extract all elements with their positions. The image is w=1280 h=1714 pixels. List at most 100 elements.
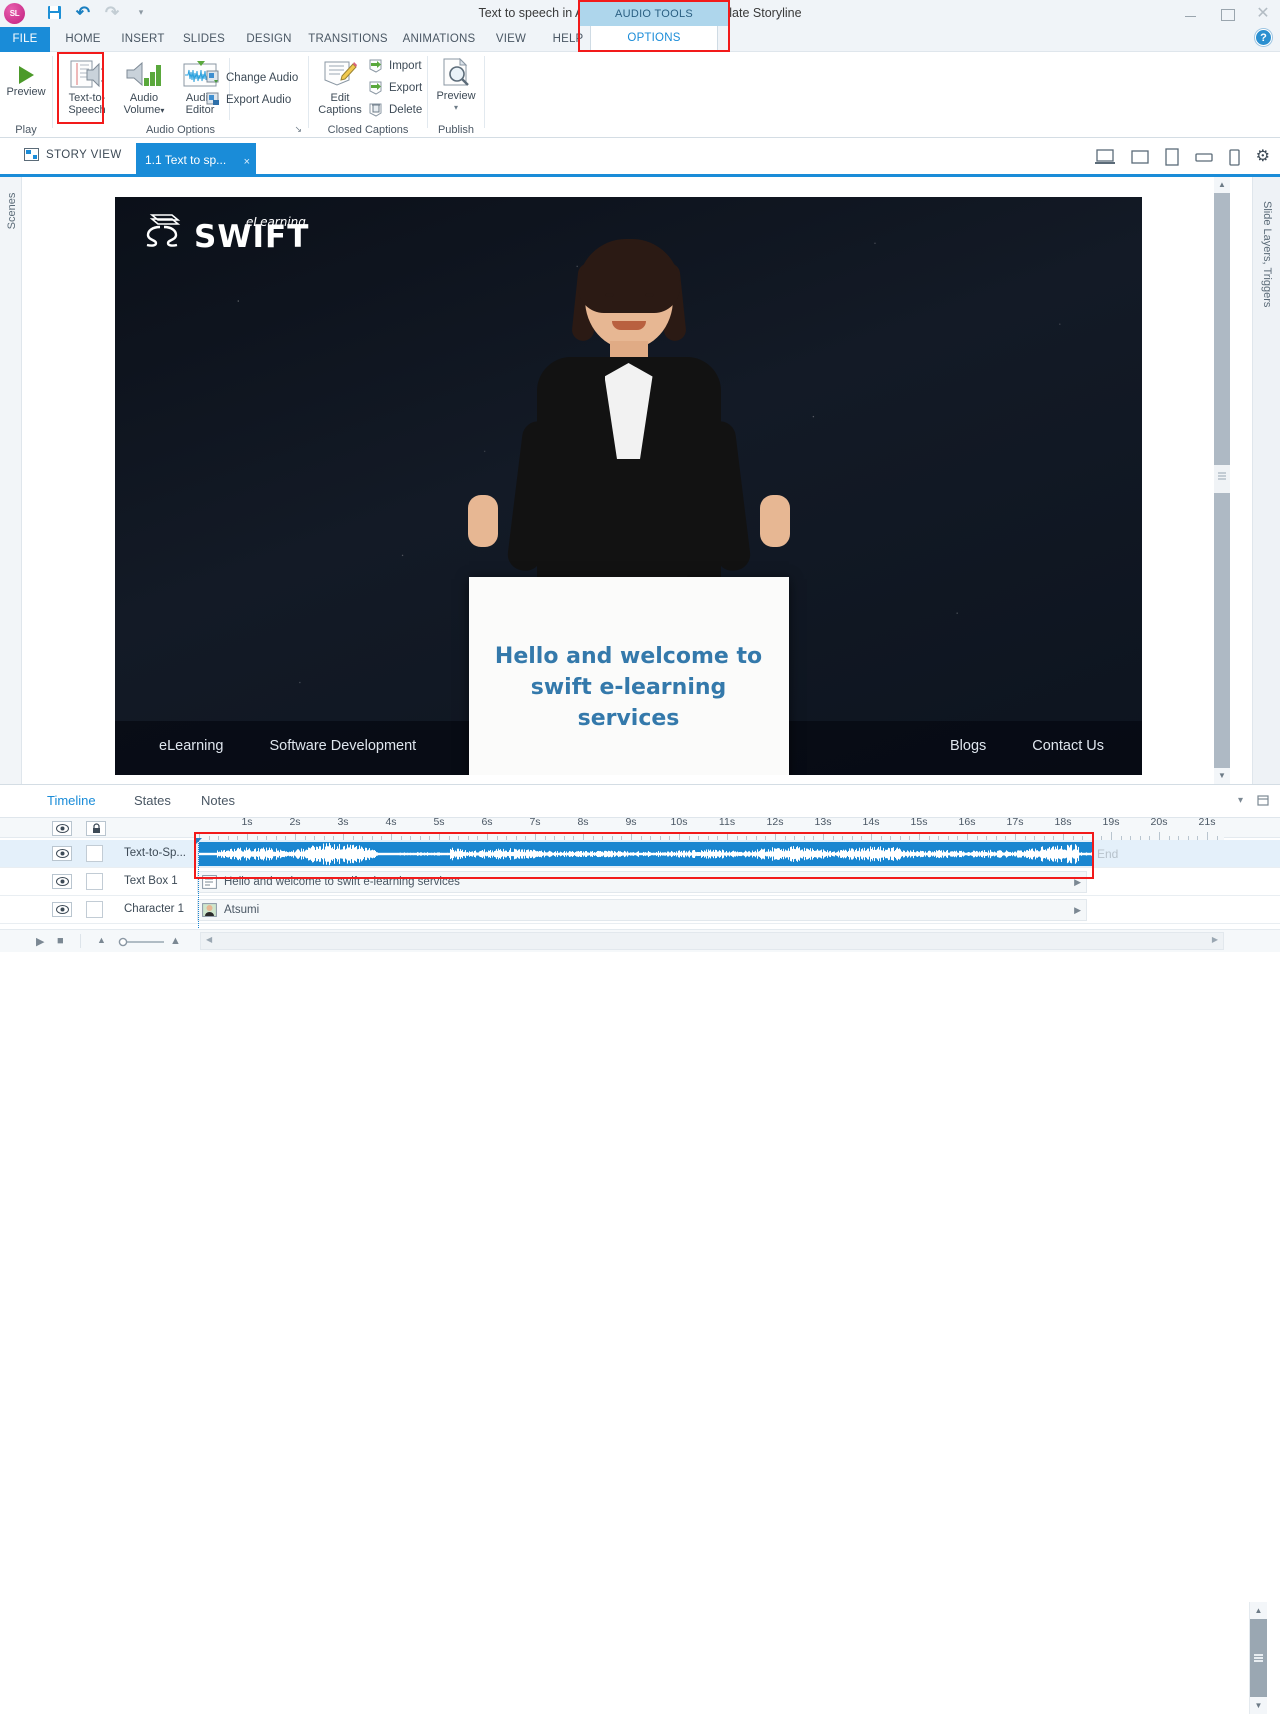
story-view-tab[interactable]: STORY VIEW xyxy=(24,148,122,161)
stop-button[interactable]: ■ xyxy=(57,935,64,947)
zoom-out-icon[interactable]: ▲ xyxy=(97,935,106,945)
tab-notes[interactable]: Notes xyxy=(201,793,235,808)
redo-icon[interactable]: ↷ xyxy=(103,3,121,21)
collapse-chevron-icon[interactable]: ▾ xyxy=(1238,795,1243,806)
ruler-label: 13s xyxy=(814,816,832,828)
undo-icon[interactable]: ↶ xyxy=(74,3,92,21)
delete-captions-button[interactable]: Delete xyxy=(369,102,422,117)
save-icon[interactable] xyxy=(45,3,63,21)
timeline-object-bar-character[interactable]: Atsumi ▶ xyxy=(197,899,1087,921)
storyline-orb-icon[interactable]: SL xyxy=(4,3,25,24)
scroll-left-arrow[interactable]: ◀ xyxy=(206,935,212,944)
row-lock-checkbox[interactable] xyxy=(86,901,103,918)
tab-options[interactable]: OPTIONS xyxy=(590,26,718,51)
edit-captions-button[interactable]: Edit Captions xyxy=(313,60,367,116)
zoom-slider[interactable] xyxy=(118,937,166,947)
help-icon[interactable]: ? xyxy=(1255,29,1272,46)
timeline-ruler[interactable]: 1s 2s 3s 4s 5s 6s 7s 8s 9s 10s 11s 12s 13s 14s 15s 16s 1… xyxy=(196,816,1224,840)
quick-access-toolbar: ↶ ↷ ▾ xyxy=(45,3,150,21)
nav-link-software-development[interactable]: Software Development xyxy=(270,738,417,754)
timeline-object-bar-text-box[interactable]: Hello and welcome to swift e-learning se… xyxy=(197,871,1087,893)
preview-publish-button[interactable]: Preview ▾ xyxy=(428,58,484,114)
audio-editor-button[interactable]: Audio Editor xyxy=(173,60,227,116)
lock-icon[interactable] xyxy=(86,821,106,836)
timeline-scroll-up-arrow[interactable]: ▲ xyxy=(1250,1602,1267,1619)
phone-portrait-preview-icon[interactable] xyxy=(1229,148,1240,166)
change-audio-button[interactable]: Change Audio xyxy=(206,70,298,85)
export-captions-button[interactable]: Export xyxy=(369,80,422,95)
zoom-in-icon[interactable]: ▲ xyxy=(170,935,181,947)
slide-stage[interactable]: SWIFT eLearning Hello and welcome to swi… xyxy=(115,197,1142,775)
timeline-horizontal-scrollbar[interactable]: ◀ ▶ xyxy=(200,932,1224,950)
desktop-preview-icon[interactable] xyxy=(1094,149,1115,165)
scroll-down-arrow[interactable]: ▼ xyxy=(1214,768,1230,784)
slide-canvas-area: SWIFT eLearning Hello and welcome to swi… xyxy=(22,177,1230,784)
ruler-label: 21s xyxy=(1198,816,1216,828)
ruler-label: 19s xyxy=(1102,816,1120,828)
swift-elearning-logo: SWIFT eLearning xyxy=(140,211,309,253)
preview-magnifier-icon xyxy=(443,58,469,86)
slide-layers-triggers-rail[interactable]: Slide Layers, Triggers xyxy=(1252,177,1280,784)
row-expand-arrow-icon[interactable]: ▶ xyxy=(1074,905,1081,916)
text-to-speech-button[interactable]: Text-to- Speech xyxy=(59,60,115,116)
tablet-landscape-preview-icon[interactable] xyxy=(1131,149,1149,165)
tab-states[interactable]: States xyxy=(134,793,171,808)
play-button[interactable]: ▶ xyxy=(36,935,44,948)
audio-volume-icon xyxy=(126,61,161,87)
row-lock-checkbox[interactable] xyxy=(86,845,103,862)
tab-animations[interactable]: ANIMATIONS xyxy=(394,27,484,52)
timeline-scroll-thumb[interactable] xyxy=(1250,1619,1267,1697)
scroll-up-arrow[interactable]: ▲ xyxy=(1214,177,1230,193)
row-visibility-icon[interactable] xyxy=(52,902,72,917)
player-settings-gear-icon[interactable]: ⚙ xyxy=(1256,149,1270,165)
audio-options-dialog-launcher[interactable]: ↘ xyxy=(294,124,302,135)
nav-link-blogs[interactable]: Blogs xyxy=(950,738,986,754)
import-captions-button[interactable]: Import xyxy=(369,58,422,73)
audio-volume-button[interactable]: Audio Volume▾ xyxy=(115,60,173,117)
audio-waveform-bar[interactable] xyxy=(199,842,1092,866)
export-label: Export xyxy=(389,81,423,94)
close-icon[interactable]: × xyxy=(244,145,250,179)
preview-dropdown-arrow[interactable]: ▾ xyxy=(428,102,484,114)
tab-home[interactable]: HOME xyxy=(54,27,112,52)
scenes-rail[interactable]: Scenes xyxy=(0,177,22,784)
row-lock-checkbox[interactable] xyxy=(86,873,103,890)
device-preview-bar: ⚙ xyxy=(1094,148,1270,166)
tab-design[interactable]: DESIGN xyxy=(236,27,302,52)
object-label: Hello and welcome to swift e-learning se… xyxy=(224,876,460,888)
row-visibility-icon[interactable] xyxy=(52,874,72,889)
scroll-right-arrow[interactable]: ▶ xyxy=(1212,935,1218,944)
timeline-row-text-to-speech[interactable]: Text-to-Sp... End xyxy=(0,840,1280,868)
minimize-button[interactable] xyxy=(1182,5,1200,23)
end-marker-label: End xyxy=(1097,847,1119,861)
customize-qat-icon[interactable]: ▾ xyxy=(132,3,150,21)
row-expand-arrow-icon[interactable]: ▶ xyxy=(1074,877,1081,888)
export-audio-button[interactable]: Export Audio xyxy=(206,92,291,107)
close-button[interactable]: ✕ xyxy=(1254,5,1272,23)
swift-wordmark: SWIFT eLearning xyxy=(194,215,309,253)
tab-insert[interactable]: INSERT xyxy=(112,27,174,52)
preview-button[interactable]: Preview xyxy=(0,62,52,98)
slide-tab-1-1[interactable]: 1.1 Text to sp... × xyxy=(136,143,256,177)
navbar-left-links: eLearning Software Development xyxy=(159,738,416,754)
timeline-row-text-box-1[interactable]: Text Box 1 Hello and welcome to swift e-… xyxy=(0,868,1280,896)
row-visibility-icon[interactable] xyxy=(52,846,72,861)
tab-view[interactable]: VIEW xyxy=(486,27,536,52)
scroll-thumb[interactable] xyxy=(1214,465,1230,493)
timeline-vertical-scrollbar[interactable]: ▲ ▼ xyxy=(1249,1602,1267,1714)
maximize-button[interactable] xyxy=(1218,5,1236,23)
timeline-scroll-down-arrow[interactable]: ▼ xyxy=(1250,1697,1267,1714)
phone-landscape-preview-icon[interactable] xyxy=(1195,150,1213,164)
tab-timeline[interactable]: Timeline xyxy=(47,793,96,808)
nav-link-elearning[interactable]: eLearning xyxy=(159,738,224,754)
show-hide-icon[interactable] xyxy=(52,821,72,836)
canvas-vertical-scrollbar[interactable]: ▲ ▼ xyxy=(1214,177,1230,784)
tab-file[interactable]: FILE xyxy=(0,27,50,52)
timeline-row-character-1[interactable]: Character 1 Atsumi ▶ xyxy=(0,896,1280,924)
nav-link-contact-us[interactable]: Contact Us xyxy=(1032,738,1104,754)
ruler-tick xyxy=(487,832,488,840)
tab-slides[interactable]: SLIDES xyxy=(174,27,234,52)
tablet-portrait-preview-icon[interactable] xyxy=(1165,148,1179,166)
tab-transitions[interactable]: TRANSITIONS xyxy=(302,27,394,52)
expand-panel-icon[interactable] xyxy=(1257,794,1270,807)
